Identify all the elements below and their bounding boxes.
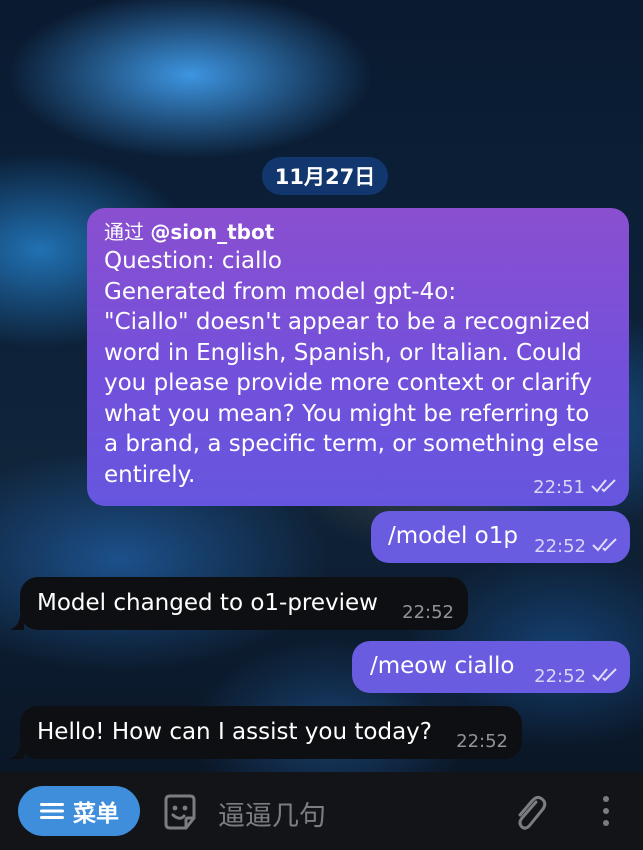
paperclip-icon[interactable]	[512, 792, 548, 836]
message-bubble-outgoing[interactable]: 通过 @sion_tbot Question: ciallo Generated…	[87, 208, 629, 506]
message-time: 22:52	[402, 602, 454, 623]
message-line: you please provide more context or clari…	[104, 370, 592, 396]
message-time: 22:52	[534, 536, 586, 557]
message-bubble-incoming[interactable]: Hello! How can I assist you today? 22:52	[20, 706, 522, 759]
message-line: "Ciallo" doesn't appear to be a recogniz…	[104, 309, 591, 335]
composer-bar: 菜单 逼逼几句	[0, 772, 643, 850]
message-time: 22:51	[533, 477, 585, 498]
message-time: 22:52	[534, 666, 586, 687]
message-text: Model changed to o1-preview	[37, 590, 378, 616]
bubble-tail	[10, 745, 24, 759]
message-input[interactable]: 逼逼几句	[218, 794, 326, 833]
message-bubble-outgoing[interactable]: /meow ciallo 22:52	[352, 641, 630, 693]
via-prefix: 通过	[104, 220, 151, 244]
menu-lines-icon	[39, 801, 65, 821]
message-meta: 22:52	[534, 666, 618, 687]
emoji-icon[interactable]	[160, 792, 200, 836]
date-separator: 11月27日	[262, 157, 388, 195]
message-line: Question: ciallo	[104, 248, 282, 274]
message-text: /meow ciallo	[370, 653, 515, 679]
double-check-icon	[592, 536, 618, 557]
message-meta: 22:52	[534, 536, 618, 557]
message-time: 22:52	[456, 731, 508, 752]
message-line: what you mean? You might be referring to	[104, 400, 590, 427]
date-label: 11月27日	[274, 165, 376, 189]
message-meta: 22:51	[533, 477, 617, 498]
message-line: word in English, Spanish, or Italian. Co…	[104, 339, 582, 366]
bot-menu-button[interactable]: 菜单	[18, 786, 140, 836]
via-bot-line: 通过 @sion_tbot	[104, 218, 611, 246]
message-text: /model o1p	[388, 523, 518, 549]
chat-screen: 11月27日 通过 @sion_tbot Question: ciallo Ge…	[0, 0, 643, 850]
message-line: Generated from model gpt-4o:	[104, 278, 457, 305]
message-text: Hello! How can I assist you today?	[37, 719, 432, 745]
more-vertical-icon[interactable]	[600, 794, 612, 832]
bubble-tail	[10, 616, 24, 630]
message-bubble-incoming[interactable]: Model changed to o1-preview 22:52	[20, 577, 468, 630]
bot-handle-link[interactable]: @sion_tbot	[150, 220, 274, 244]
menu-button-label: 菜单	[73, 801, 119, 827]
message-bubble-outgoing[interactable]: /model o1p 22:52	[371, 511, 630, 563]
double-check-icon	[591, 477, 617, 498]
message-line: a brand, a specific term, or something e…	[104, 431, 599, 457]
double-check-icon	[592, 666, 618, 687]
